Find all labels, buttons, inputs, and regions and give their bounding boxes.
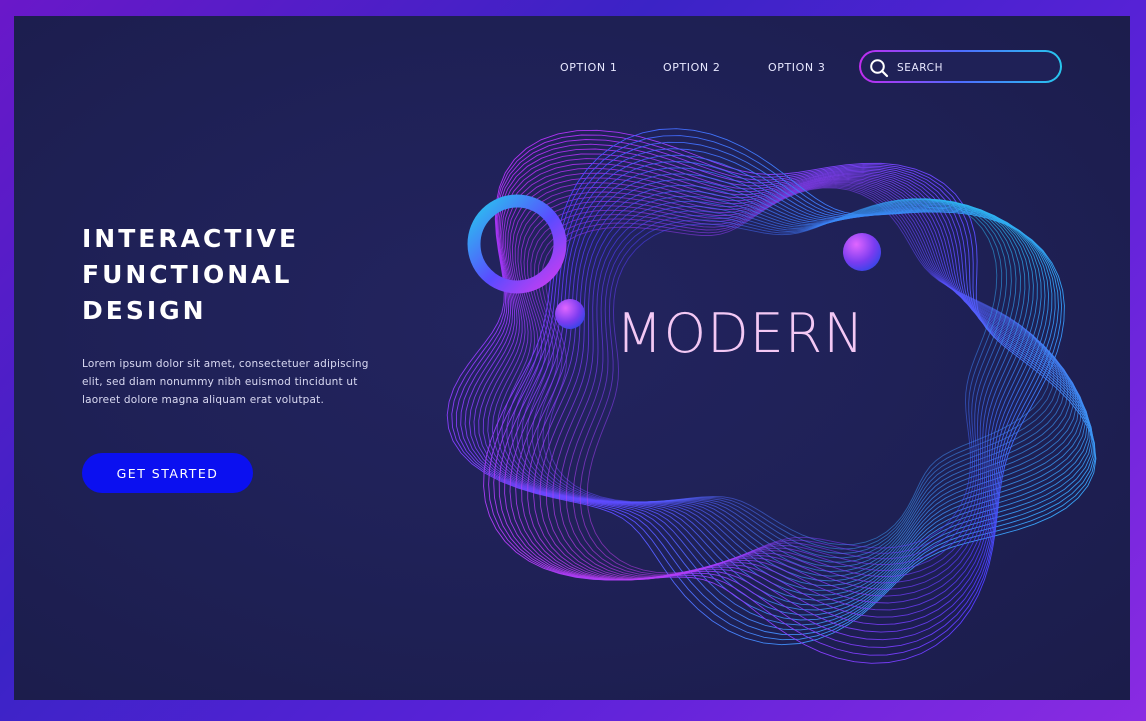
get-started-button[interactable]: GET STARTED: [82, 453, 253, 493]
modern-headline: MODERN: [616, 302, 865, 365]
landing-page: MODERN OPTION 1 OPTION 2 OPTION 3 INTERA…: [14, 16, 1130, 700]
wave-line: [487, 172, 1086, 601]
search-input[interactable]: [895, 58, 1059, 78]
nav-option-2[interactable]: OPTION 2: [663, 61, 720, 74]
hero-title-line: DESIGN: [82, 296, 207, 325]
wave-line: [533, 184, 1034, 597]
wave-line: [565, 198, 1012, 578]
sphere-decoration: [843, 233, 881, 271]
wave-line: [552, 199, 1021, 579]
hero-title-line: INTERACTIVE: [82, 224, 300, 253]
wave-line: [545, 195, 1026, 584]
nav-option-3[interactable]: OPTION 3: [768, 61, 825, 74]
hero-description: Lorem ipsum dolor sit amet, consectetuer…: [82, 358, 369, 406]
hero-title-line: FUNCTIONAL: [82, 260, 293, 289]
sphere-decoration-small: [555, 299, 585, 329]
nav-option-1[interactable]: OPTION 1: [560, 61, 617, 74]
hero-title: INTERACTIVE FUNCTIONAL DESIGN: [82, 221, 299, 329]
wave-line: [559, 198, 1017, 579]
search-box[interactable]: [859, 50, 1062, 83]
wave-line: [537, 185, 1059, 554]
search-icon[interactable]: [869, 58, 889, 78]
